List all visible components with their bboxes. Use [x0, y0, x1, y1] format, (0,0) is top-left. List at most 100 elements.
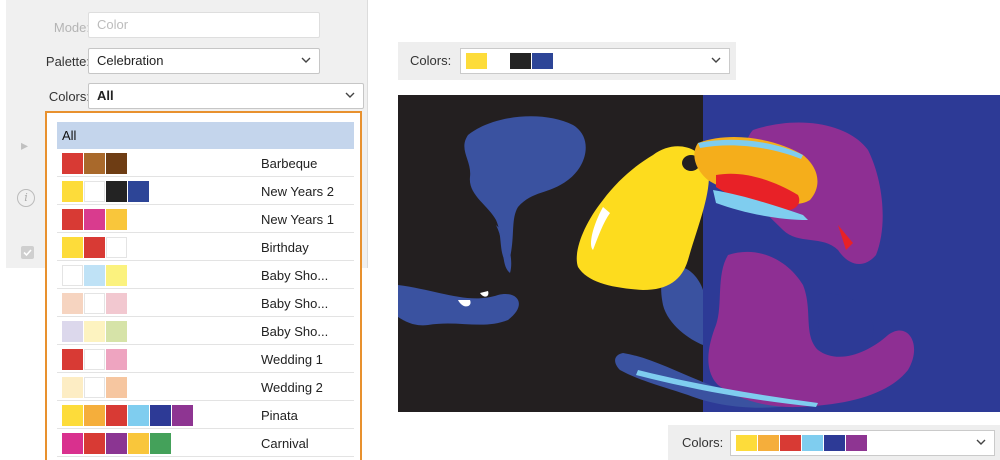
color-swatch — [532, 53, 553, 69]
color-swatch — [736, 435, 757, 451]
palette-swatches — [62, 153, 128, 174]
color-swatch — [106, 349, 127, 370]
checkbox-icon[interactable] — [21, 246, 34, 259]
palette-name: New Years 1 — [261, 212, 334, 227]
dropdown-item[interactable]: Baby Sho... — [57, 290, 354, 317]
color-swatch — [466, 53, 487, 69]
color-swatch — [106, 181, 127, 202]
palette-value: Celebration — [97, 53, 164, 68]
color-swatch — [128, 405, 149, 426]
color-swatch — [758, 435, 779, 451]
expand-triangle-icon[interactable]: ▸ — [21, 137, 28, 154]
palette-swatches — [62, 349, 128, 370]
color-swatch — [172, 405, 193, 426]
dropdown-item[interactable]: Baby Sho... — [57, 262, 354, 289]
colors-bottom-swatches — [736, 435, 868, 451]
color-swatch — [106, 377, 127, 398]
colors-top-label: Colors: — [410, 53, 452, 68]
color-swatch — [84, 209, 105, 230]
palette-name: Baby Sho... — [261, 268, 329, 283]
dropdown-item[interactable]: Carnival — [57, 430, 354, 457]
palette-swatches — [62, 265, 128, 286]
color-swatch — [62, 349, 83, 370]
chevron-down-icon — [345, 92, 355, 99]
colors-bottom-label: Colors: — [682, 435, 724, 450]
color-swatch — [106, 405, 127, 426]
info-icon[interactable]: i — [17, 189, 35, 207]
colors-top-bar: Colors: — [398, 42, 736, 80]
dropdown-item[interactable]: New Years 2 — [57, 178, 354, 205]
dropdown-item[interactable]: Pinata — [57, 402, 354, 429]
colors-bottom-bar: Colors: — [668, 425, 1000, 460]
palette-name: Carnival — [261, 436, 309, 451]
colors-top-select[interactable] — [460, 48, 730, 74]
color-swatch — [488, 53, 509, 69]
colors-select[interactable]: All — [88, 83, 364, 109]
color-swatch — [62, 181, 83, 202]
color-swatch — [824, 435, 845, 451]
palette-select[interactable]: Celebration — [88, 48, 320, 74]
palette-name: Barbeque — [261, 156, 318, 171]
dropdown-item[interactable]: Baby Sho... — [57, 318, 354, 345]
color-swatch — [62, 377, 83, 398]
color-swatch — [106, 237, 127, 258]
color-swatch — [62, 153, 83, 174]
color-swatch — [150, 433, 171, 454]
toucan-artwork — [398, 95, 1000, 412]
colors-dropdown-list: All Barbeque New Years 2 New Years 1 Birthd… — [45, 111, 362, 460]
color-swatch — [84, 153, 105, 174]
color-swatch — [802, 435, 823, 451]
color-swatch — [150, 405, 171, 426]
dropdown-item[interactable]: Wedding 1 — [57, 346, 354, 373]
color-swatch — [84, 433, 105, 454]
color-swatch — [106, 321, 127, 342]
color-swatch — [84, 265, 105, 286]
palette-name: New Years 2 — [261, 184, 334, 199]
dropdown-item-all[interactable]: All — [57, 122, 354, 149]
color-swatch — [62, 209, 83, 230]
palette-swatches — [62, 237, 128, 258]
palette-name: Wedding 2 — [261, 380, 323, 395]
palette-swatches — [62, 321, 128, 342]
color-swatch — [846, 435, 867, 451]
palette-swatches — [62, 209, 128, 230]
color-swatch — [62, 433, 83, 454]
palette-swatches — [62, 181, 150, 202]
dropdown-item[interactable]: Wedding 2 — [57, 374, 354, 401]
mode-select: Color — [88, 12, 320, 38]
color-swatch — [62, 321, 83, 342]
color-swatch — [62, 237, 83, 258]
chevron-down-icon — [301, 57, 311, 64]
color-swatch — [62, 405, 83, 426]
palette-name: Pinata — [261, 408, 298, 423]
mode-value: Color — [97, 17, 129, 32]
palette-swatches — [62, 405, 194, 426]
colors-label: Colors: — [48, 89, 90, 104]
color-swatch — [106, 265, 127, 286]
color-swatch — [106, 293, 127, 314]
palette-name: Baby Sho... — [261, 296, 329, 311]
dropdown-item[interactable]: Barbeque — [57, 150, 354, 177]
color-swatch — [106, 153, 127, 174]
color-swatch — [84, 405, 105, 426]
colors-value: All — [97, 88, 114, 103]
dropdown-item[interactable]: New Years 1 — [57, 206, 354, 233]
palette-swatches — [62, 293, 128, 314]
color-swatch — [510, 53, 531, 69]
color-swatch — [62, 293, 83, 314]
palette-swatches — [62, 433, 172, 454]
colors-bottom-select[interactable] — [730, 430, 995, 456]
color-swatch — [106, 433, 127, 454]
palette-label: Palette: — [45, 54, 90, 69]
color-swatch — [84, 377, 105, 398]
chevron-down-icon — [976, 439, 986, 446]
color-swatch — [84, 181, 105, 202]
mode-label: Mode: — [53, 20, 90, 35]
color-swatch — [128, 181, 149, 202]
color-swatch — [84, 321, 105, 342]
dropdown-item[interactable]: Birthday — [57, 234, 354, 261]
color-swatch — [106, 209, 127, 230]
color-swatch — [84, 349, 105, 370]
colors-top-swatches — [466, 53, 554, 69]
palette-name: Birthday — [261, 240, 309, 255]
